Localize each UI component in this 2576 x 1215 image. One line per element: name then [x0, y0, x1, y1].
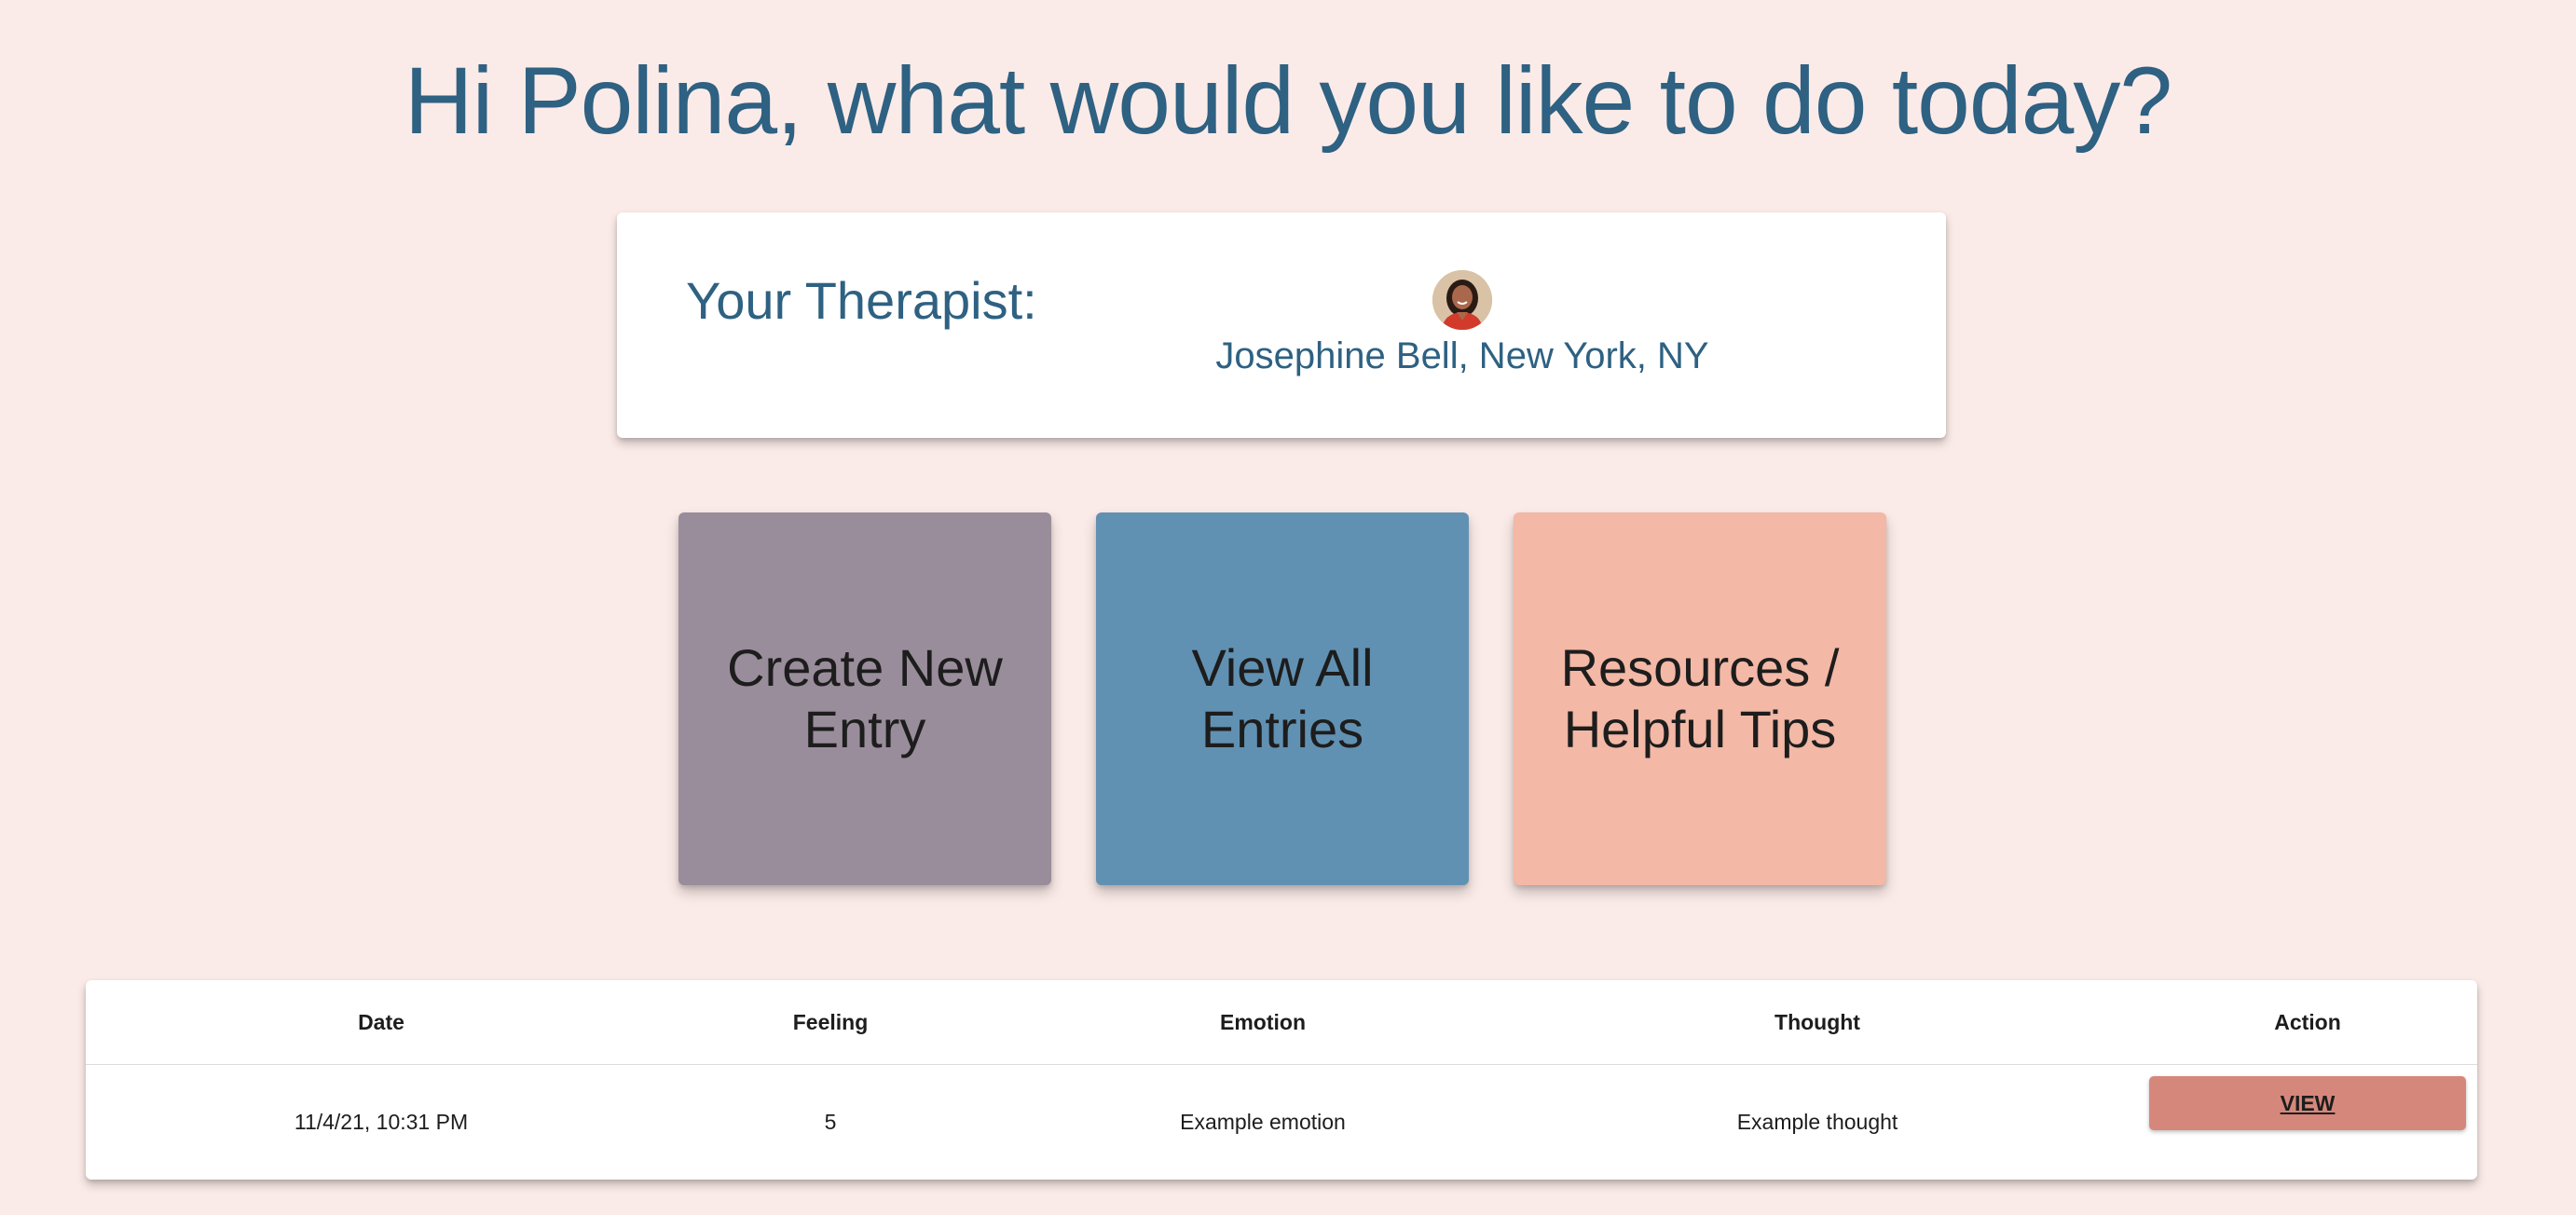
column-header-emotion[interactable]: Emotion — [1040, 980, 1486, 1064]
column-header-feeling[interactable]: Feeling — [621, 980, 1040, 1064]
therapist-card: Your Therapist: Josephine Bell, New York… — [617, 212, 1946, 438]
cell-emotion: Example emotion — [1180, 1110, 1346, 1134]
avatar-icon — [1432, 270, 1492, 330]
therapist-avatar — [1432, 270, 1492, 330]
view-all-entries-tile[interactable]: View All Entries — [1096, 512, 1469, 885]
therapist-name[interactable]: Josephine Bell, New York, NY — [1176, 328, 1748, 384]
therapist-label: Your Therapist: — [686, 271, 1037, 330]
page-title: Hi Polina, what would you like to do tod… — [404, 48, 2172, 154]
view-all-entries-label: View All Entries — [1191, 638, 1374, 758]
resources-label: Resources / Helpful Tips — [1560, 638, 1840, 758]
view-entry-button[interactable]: VIEW — [2149, 1076, 2466, 1130]
home-page: Hi Polina, what would you like to do tod… — [0, 0, 2576, 1215]
resources-tile[interactable]: Resources / Helpful Tips — [1514, 512, 1886, 885]
column-header-action: Action — [2274, 1009, 2341, 1034]
entries-table: Date Feeling Emotion Thought Action 11/4… — [86, 980, 2477, 1180]
cell-date: 11/4/21, 10:31 PM — [294, 1110, 469, 1134]
table-row: 11/4/21, 10:31 PM 5 Example emotion Exam… — [86, 1065, 2477, 1180]
column-header-thought[interactable]: Thought — [1486, 980, 2149, 1064]
create-new-entry-tile[interactable]: Create New Entry — [678, 512, 1051, 885]
cell-feeling: 5 — [824, 1110, 837, 1134]
create-new-entry-label: Create New Entry — [727, 638, 1003, 758]
cell-action: VIEW — [2149, 1065, 2466, 1180]
cell-thought: Example thought — [1736, 1110, 1898, 1134]
column-header-date[interactable]: Date — [142, 980, 621, 1064]
table-header: Date Feeling Emotion Thought Action — [86, 980, 2477, 1065]
